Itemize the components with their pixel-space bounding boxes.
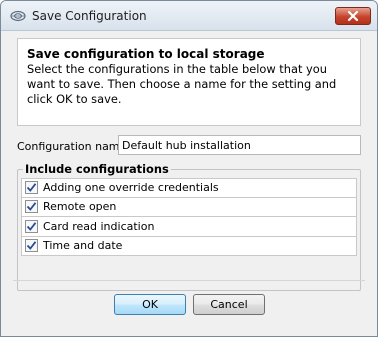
list-item[interactable]: Adding one override credentials bbox=[21, 178, 357, 198]
configuration-name-input[interactable] bbox=[118, 135, 361, 155]
checkmark-icon bbox=[26, 183, 37, 193]
list-item[interactable]: Card read indication bbox=[21, 217, 357, 237]
network-hub-icon bbox=[10, 10, 26, 22]
checkbox[interactable] bbox=[25, 181, 38, 195]
info-title: Save configuration to local storage bbox=[27, 47, 265, 61]
list-item-label: Time and date bbox=[43, 239, 123, 253]
close-button[interactable] bbox=[335, 7, 371, 25]
checkbox[interactable] bbox=[25, 219, 38, 233]
list-item-label: Remote open bbox=[43, 200, 117, 214]
info-description: Select the configurations in the table b… bbox=[27, 62, 337, 106]
checkbox[interactable] bbox=[25, 239, 38, 253]
info-panel: Save configuration to local storage Sele… bbox=[17, 38, 361, 126]
close-icon bbox=[347, 10, 359, 22]
list-item[interactable]: Time and date bbox=[21, 236, 357, 256]
ok-button[interactable]: OK bbox=[114, 294, 186, 315]
separator bbox=[13, 280, 365, 281]
cancel-button[interactable]: Cancel bbox=[193, 294, 265, 315]
list-item[interactable]: Remote open bbox=[21, 197, 357, 217]
checkbox[interactable] bbox=[25, 200, 38, 214]
configuration-name-label: Configuration name bbox=[17, 140, 127, 153]
checkmark-icon bbox=[26, 221, 37, 231]
include-configurations-title: Include configurations bbox=[23, 162, 171, 176]
checkmark-icon bbox=[26, 202, 37, 212]
checkmark-icon bbox=[26, 241, 37, 251]
save-configuration-dialog: Save Configuration Save configuration to… bbox=[0, 0, 378, 337]
dialog-content: Save configuration to local storage Sele… bbox=[1, 32, 377, 336]
title-bar[interactable]: Save Configuration bbox=[1, 1, 377, 31]
list-item-label: Card read indication bbox=[43, 219, 155, 233]
configuration-list: Adding one override credentials Remote o… bbox=[21, 178, 357, 256]
window-title: Save Configuration bbox=[32, 9, 147, 23]
list-item-label: Adding one override credentials bbox=[43, 181, 219, 195]
